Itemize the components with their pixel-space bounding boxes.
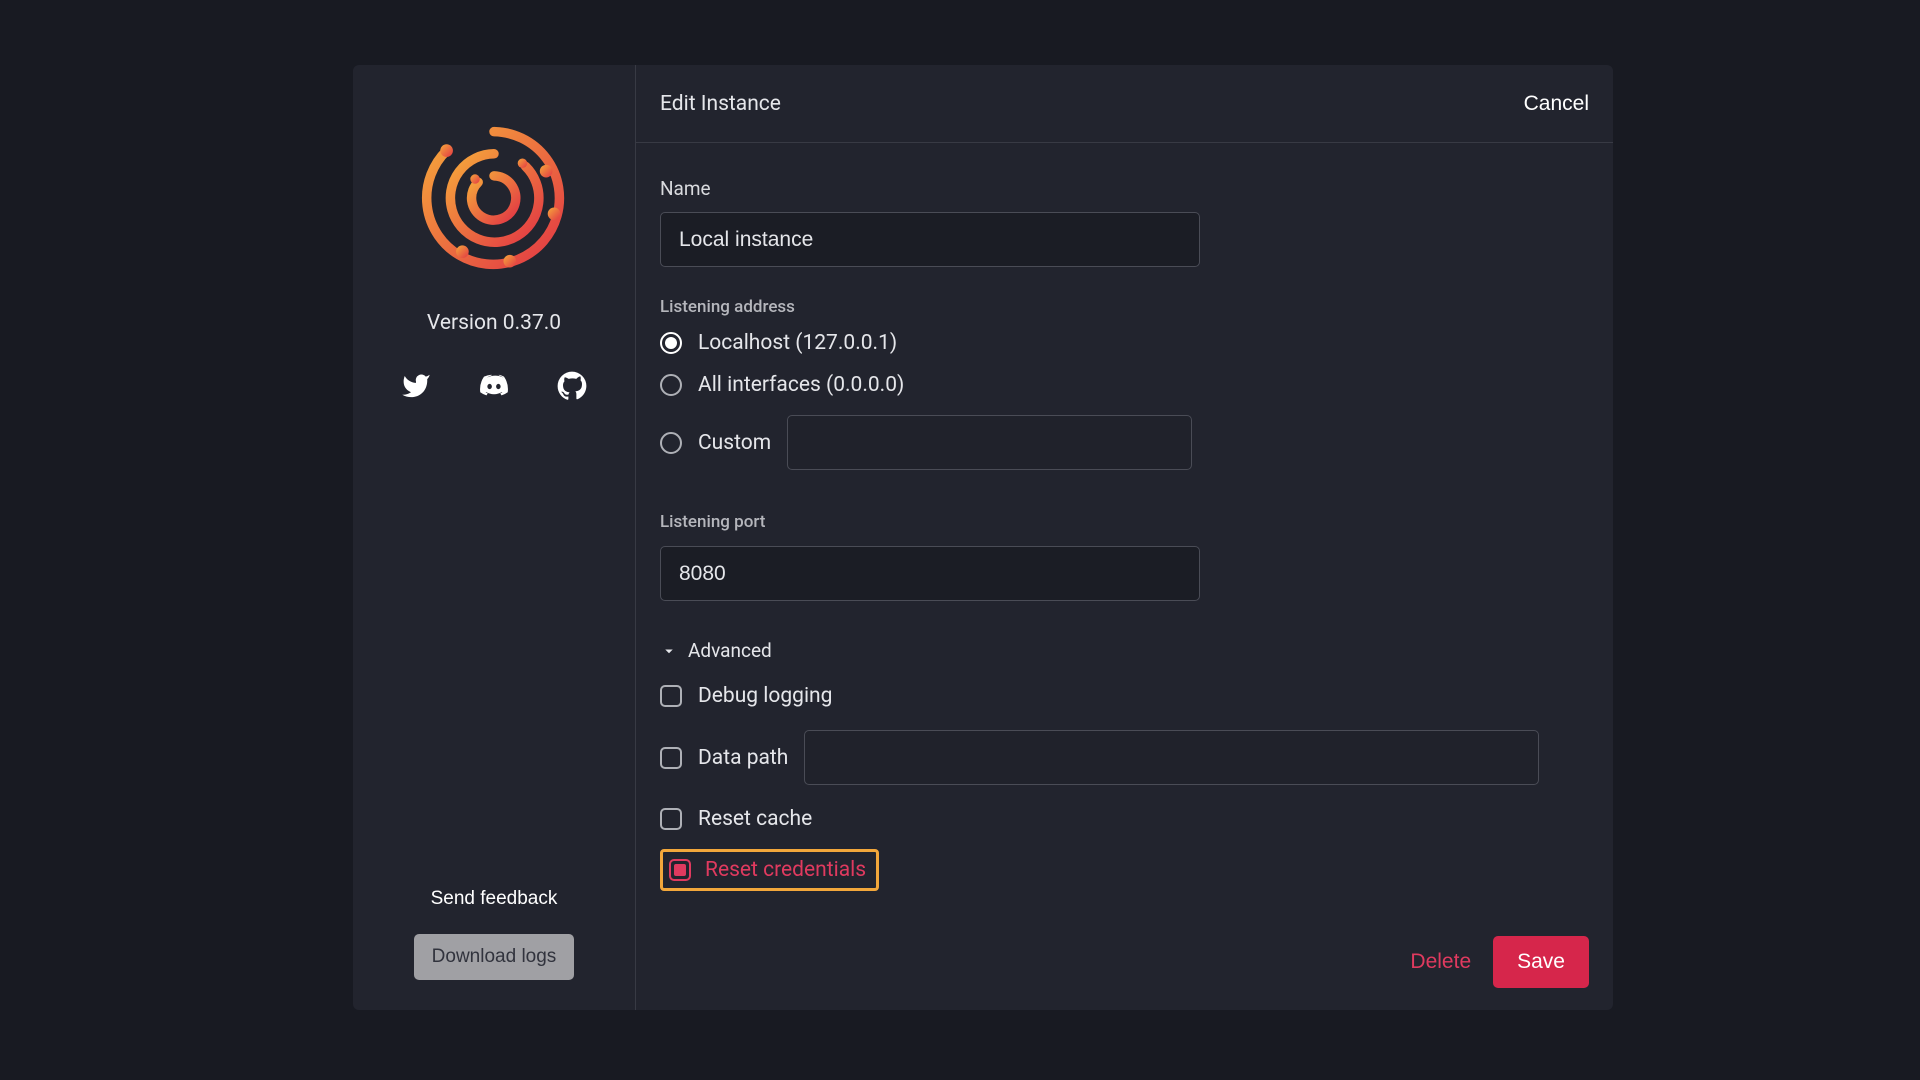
- version-label: Version 0.37.0: [427, 311, 561, 335]
- social-links: [401, 371, 587, 401]
- sidebar-footer: Send feedback Download logs: [353, 888, 635, 1010]
- cancel-button[interactable]: Cancel: [1524, 92, 1589, 116]
- main-header: Edit Instance Cancel: [636, 65, 1613, 143]
- debug-logging-row[interactable]: Debug logging: [660, 684, 1589, 708]
- data-path-row: Data path: [660, 730, 1589, 785]
- data-path-checkbox[interactable]: [660, 747, 682, 769]
- main-footer: Delete Save: [636, 914, 1613, 1010]
- save-button[interactable]: Save: [1493, 936, 1589, 988]
- radio-custom[interactable]: [660, 432, 682, 454]
- radio-localhost-label: Localhost (127.0.0.1): [698, 331, 897, 355]
- advanced-label: Advanced: [688, 639, 772, 662]
- data-path-input[interactable]: [804, 730, 1539, 785]
- reset-cache-row[interactable]: Reset cache: [660, 807, 1589, 831]
- reset-cache-checkbox[interactable]: [660, 808, 682, 830]
- reset-credentials-highlight: Reset credentials: [660, 849, 879, 891]
- twitter-icon[interactable]: [401, 371, 431, 401]
- name-input[interactable]: [660, 212, 1200, 267]
- name-label: Name: [660, 177, 1589, 200]
- radio-custom-label: Custom: [698, 431, 771, 455]
- listening-address-group: Localhost (127.0.0.1) All interfaces (0.…: [660, 331, 1589, 470]
- delete-button[interactable]: Delete: [1410, 950, 1471, 974]
- advanced-toggle[interactable]: Advanced: [660, 639, 1589, 662]
- reset-credentials-checkbox[interactable]: [669, 859, 691, 881]
- radio-row-custom[interactable]: Custom: [660, 415, 1589, 470]
- radio-row-all[interactable]: All interfaces (0.0.0.0): [660, 373, 1589, 397]
- app-logo-icon: [415, 119, 573, 277]
- radio-row-localhost[interactable]: Localhost (127.0.0.1): [660, 331, 1589, 355]
- debug-logging-checkbox[interactable]: [660, 685, 682, 707]
- send-feedback-button[interactable]: Send feedback: [431, 888, 558, 910]
- listening-port-input[interactable]: [660, 546, 1200, 601]
- chevron-down-icon: [660, 642, 678, 660]
- debug-logging-label: Debug logging: [698, 684, 832, 708]
- form-area: Name Listening address Localhost (127.0.…: [636, 143, 1613, 914]
- custom-address-input[interactable]: [787, 415, 1192, 470]
- main-panel: Edit Instance Cancel Name Listening addr…: [636, 65, 1613, 1010]
- radio-localhost[interactable]: [660, 332, 682, 354]
- radio-all-interfaces[interactable]: [660, 374, 682, 396]
- sidebar: Version 0.37.0 Send feedback Download lo…: [353, 65, 636, 1010]
- page-title: Edit Instance: [660, 92, 781, 116]
- radio-all-interfaces-label: All interfaces (0.0.0.0): [698, 373, 904, 397]
- edit-instance-modal: Version 0.37.0 Send feedback Download lo…: [353, 65, 1613, 1010]
- listening-address-label: Listening address: [660, 297, 1589, 317]
- listening-port-label: Listening port: [660, 512, 1589, 532]
- reset-cache-label: Reset cache: [698, 807, 812, 831]
- github-icon[interactable]: [557, 371, 587, 401]
- download-logs-button[interactable]: Download logs: [414, 934, 575, 980]
- reset-credentials-label: Reset credentials: [705, 858, 866, 882]
- data-path-label: Data path: [698, 746, 788, 770]
- discord-icon[interactable]: [479, 371, 509, 401]
